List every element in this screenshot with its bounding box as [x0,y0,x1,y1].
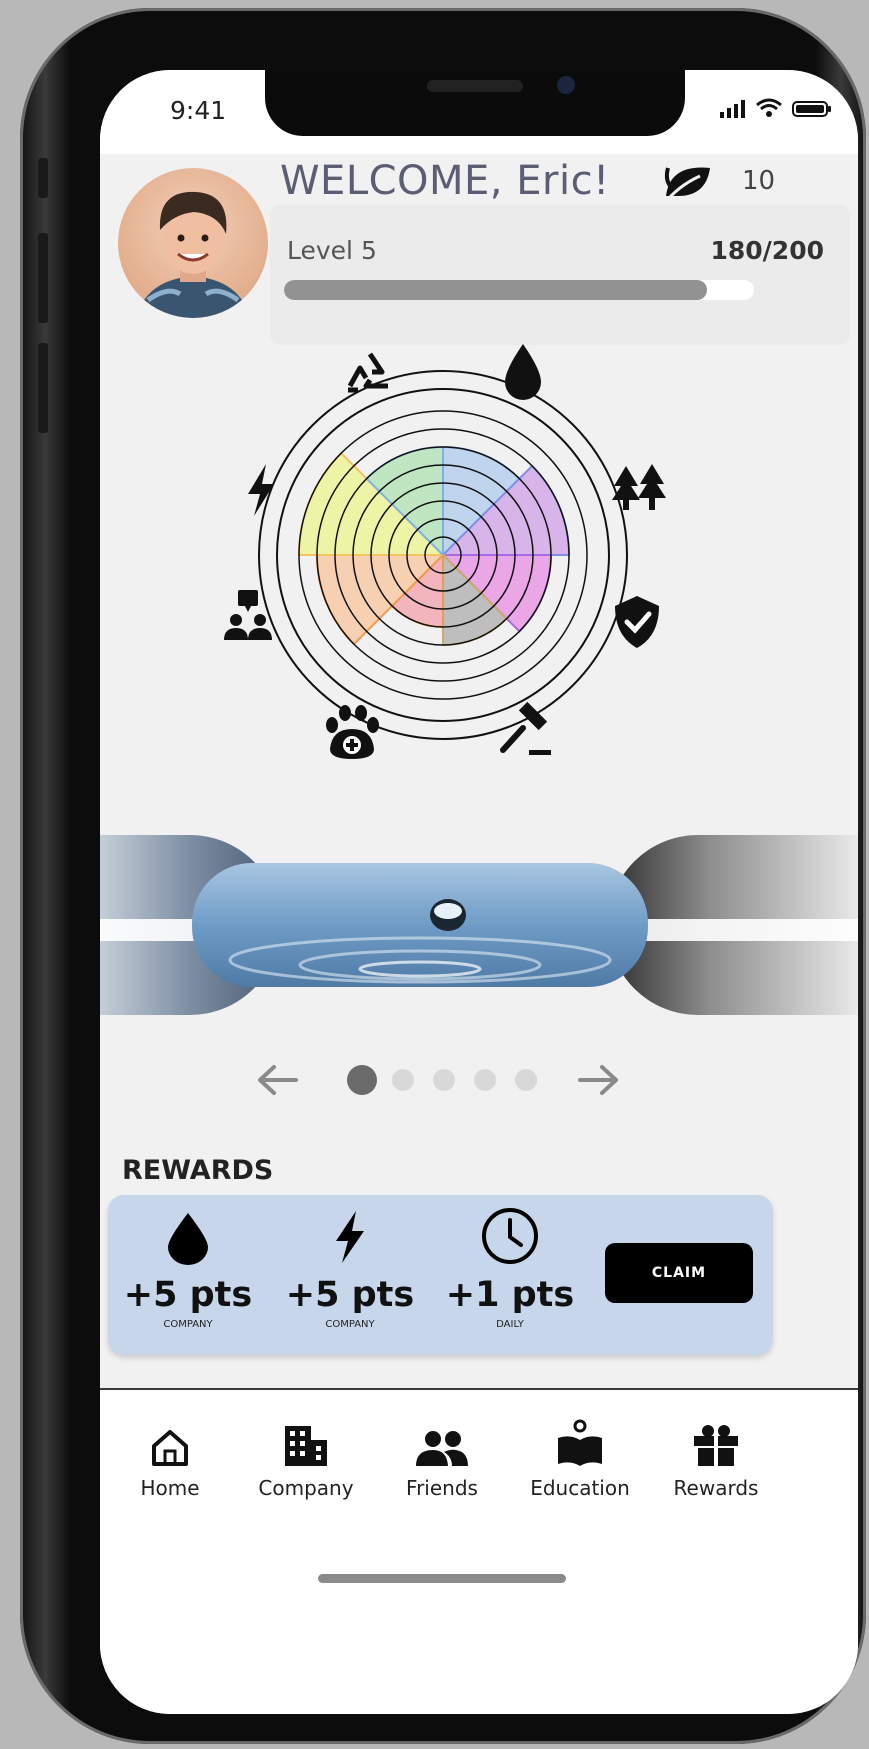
speaker [427,80,523,92]
clock-icon [482,1208,538,1264]
tab-label: Rewards [673,1476,759,1500]
claim-button[interactable]: CLAIM [605,1243,753,1303]
building-icon [285,1426,327,1466]
tab-friends[interactable]: Friends [372,1418,512,1500]
xp-counter: 180/200 [710,236,824,265]
reward-points: +1 pts [445,1275,575,1315]
app-screen: 9:41 WELCOME, Eric! 10 Level 5 180/200 R… [100,70,858,1714]
reward-points: +5 pts [285,1275,415,1315]
status-bar: 9:41 [100,70,858,154]
lightning-icon [336,1211,364,1263]
reward-item: +5 pts COMPANY [270,1195,430,1330]
reward-points: +5 pts [123,1275,253,1315]
gift-icon [694,1425,738,1466]
recycle-icon[interactable] [347,352,388,393]
reward-label: DAILY [496,1319,524,1330]
tab-label: Friends [406,1476,478,1500]
xp-progress-fill [284,280,707,300]
home-icon [152,1430,188,1466]
shield-check-icon[interactable] [615,596,659,648]
leaf-count: 10 [742,166,776,196]
bottom-tab-bar: Home Company Friends Education Rewards [100,1390,858,1714]
notch [265,70,685,136]
home-indicator [318,1574,566,1583]
tab-label: Education [530,1476,630,1500]
water-drop-icon [168,1213,208,1265]
tab-label: Company [258,1476,354,1500]
water-drop-icon[interactable] [505,344,541,400]
tab-label: Home [140,1476,200,1500]
reward-label: COMPANY [163,1319,213,1330]
friends-icon [416,1431,468,1466]
paw-plus-icon[interactable] [326,705,379,759]
pager-dot[interactable] [515,1069,537,1091]
banner-center-image [192,863,648,987]
rewards-card: +5 pts COMPANY +5 pts COMPANY +1 pts DAI… [108,1195,773,1355]
level-label: Level 5 [287,236,377,265]
education-icon [558,1419,602,1466]
avatar[interactable] [118,168,268,318]
status-time: 9:41 [170,96,227,125]
featured-banner[interactable] [100,835,858,1015]
tab-home[interactable]: Home [100,1418,240,1500]
reward-label: COMPANY [325,1319,375,1330]
xp-progress-bar [284,280,754,300]
welcome-title: WELCOME, Eric! [280,158,610,204]
pager-dot[interactable] [392,1069,414,1091]
reward-item: +5 pts COMPANY [108,1195,268,1330]
tab-education[interactable]: Education [510,1418,650,1500]
lightning-icon[interactable] [248,464,274,516]
leaf-icon [662,167,710,205]
front-camera [557,76,575,94]
pager-dots [347,1065,537,1095]
pager-dot[interactable] [433,1069,455,1091]
carousel-pager [258,1065,618,1095]
pager-dot-active[interactable] [347,1065,377,1095]
wifi-icon [756,98,782,117]
signal-icon [720,100,745,118]
battery-icon [792,101,831,117]
mute-switch [38,158,48,198]
phone-frame: 9:41 WELCOME, Eric! 10 Level 5 180/200 R… [20,8,866,1744]
tab-company[interactable]: Company [236,1418,376,1500]
tab-rewards[interactable]: Rewards [646,1418,786,1500]
arrow-left-icon[interactable] [258,1065,298,1095]
arrow-right-icon[interactable] [578,1065,618,1095]
chart-sectors [297,445,571,647]
avatar-portrait [136,191,250,318]
impact-radial-chart [224,344,666,759]
volume-up-button [38,233,48,323]
reward-item: +1 pts DAILY [430,1195,590,1330]
pager-dot[interactable] [474,1069,496,1091]
rewards-title: REWARDS [122,1155,274,1186]
status-icons [720,98,832,118]
volume-down-button [38,343,48,433]
level-card [270,205,850,345]
